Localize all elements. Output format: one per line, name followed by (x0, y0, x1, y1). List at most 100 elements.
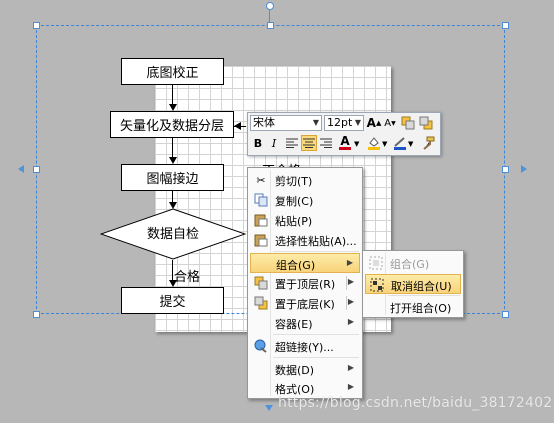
submenu-item-ungroup[interactable]: 取消组合(U) (365, 274, 461, 294)
align-center-icon (303, 138, 315, 148)
font-name-combo[interactable]: 宋体 ▼ (250, 115, 322, 131)
menu-item-label: 数据(D) (275, 364, 315, 377)
menu-item-cut[interactable]: ✂ 剪切(T) (250, 170, 360, 190)
menu-item-label: 粘贴(P) (275, 215, 313, 228)
resize-handle-top-left[interactable] (33, 22, 40, 29)
split-divider (346, 276, 347, 290)
context-menu: ✂ 剪切(T) 复制(C) 粘贴(P) 选择性粘贴(A)... 组合(G) ▶ … (247, 167, 363, 399)
menu-item-hyperlink[interactable]: 超链接(Y)... (250, 336, 360, 356)
align-center-button[interactable] (301, 135, 317, 151)
menu-item-label: 置于顶层(R) (275, 278, 336, 291)
send-backward-icon[interactable] (418, 115, 434, 131)
menu-item-data[interactable]: 数据(D) ▶ (250, 359, 360, 379)
decision-label: 数据自检 (146, 227, 199, 242)
menu-item-label: 置于底层(K) (275, 298, 335, 311)
submenu-arrow-icon: ▶ (347, 382, 354, 391)
align-right-icon (320, 138, 332, 148)
resize-handle-bottom-right[interactable] (502, 311, 509, 318)
shrink-font-button[interactable]: A ▼ (382, 115, 398, 131)
submenu-arrow-icon: ▶ (346, 258, 353, 267)
align-left-button[interactable] (284, 135, 300, 151)
ungroup-icon (369, 277, 385, 293)
font-name-value: 宋体 (253, 116, 275, 129)
rotation-handle[interactable] (266, 2, 274, 10)
resize-handle-left[interactable] (33, 166, 40, 173)
submenu-item-open-group[interactable]: 打开组合(O) (365, 297, 461, 317)
menu-item-label: 超链接(Y)... (275, 341, 334, 354)
menu-item-bring-to-front[interactable]: 置于顶层(R) ▶ (250, 273, 360, 293)
bring-forward-icon[interactable] (400, 115, 416, 131)
flow-step-2[interactable]: 矢量化及数据分层 (110, 111, 234, 138)
flow-step-3[interactable]: 图幅接边 (121, 164, 224, 191)
paste-icon (253, 212, 269, 228)
resize-handle-right[interactable] (502, 166, 509, 173)
menu-item-label: 容器(E) (275, 318, 313, 331)
fill-color-icon[interactable] (366, 135, 382, 151)
menu-separator (273, 357, 359, 358)
menu-item-label: 取消组合(U) (391, 280, 452, 293)
flow-step-2-label: 矢量化及数据分层 (119, 119, 224, 134)
grow-font-button[interactable]: A ▲ (366, 115, 382, 131)
menu-item-paste[interactable]: 粘贴(P) (250, 210, 360, 230)
chevron-down-icon: ▼ (312, 118, 319, 127)
menu-item-send-to-back[interactable]: 置于底层(K) ▶ (250, 293, 360, 313)
menu-item-label: 剪切(T) (275, 175, 313, 188)
flow-step-1[interactable]: 底图校正 (121, 58, 224, 85)
connector-1-arrow (169, 104, 177, 111)
font-size-combo[interactable]: 12pt ▼ (324, 115, 364, 131)
hyperlink-icon (253, 338, 269, 354)
menu-item-label: 组合(G) (276, 259, 316, 272)
watermark-text: https://blog.csdn.net/baidu_38172402 (278, 395, 553, 411)
menu-item-copy[interactable]: 复制(C) (250, 190, 360, 210)
flow-step-5[interactable]: 提交 (121, 287, 224, 314)
rotation-stem (269, 9, 270, 22)
chevron-down-icon[interactable]: ▼ (408, 140, 413, 148)
menu-item-label: 复制(C) (275, 195, 314, 208)
resize-handle-bottom-left[interactable] (33, 311, 40, 318)
format-painter-icon[interactable] (420, 135, 436, 151)
line-color-icon[interactable] (392, 135, 408, 151)
connector-4 (172, 260, 173, 281)
menu-separator (388, 295, 460, 296)
submenu-arrow-icon: ▶ (347, 363, 354, 372)
menu-item-label: 组合(G) (390, 258, 430, 271)
scissors-icon: ✂ (256, 173, 266, 187)
menu-item-group[interactable]: 组合(G) ▶ (250, 253, 360, 273)
resize-handle-top[interactable] (267, 22, 274, 29)
menu-item-paste-special[interactable]: 选择性粘贴(A)... (250, 230, 360, 250)
menu-item-container[interactable]: 容器(E) ▶ (250, 313, 360, 333)
bring-to-front-icon (253, 275, 269, 291)
paste-special-icon (253, 232, 269, 248)
submenu-arrow-icon: ▶ (347, 317, 354, 326)
chevron-down-icon: ▼ (354, 118, 361, 127)
connector-1 (172, 85, 173, 105)
italic-button[interactable]: I (266, 135, 282, 151)
copy-icon (253, 192, 269, 208)
flow-step-3-label: 图幅接边 (146, 172, 199, 187)
group-icon (368, 255, 384, 271)
menu-item-label: 打开组合(O) (390, 302, 452, 315)
submenu-item-group: 组合(G) (365, 253, 461, 273)
chevron-down-icon[interactable]: ▼ (354, 140, 359, 148)
send-to-back-icon (253, 295, 269, 311)
menu-separator (273, 251, 359, 252)
font-color-button[interactable]: A (337, 135, 353, 151)
connector-2-arrow (169, 157, 177, 164)
align-right-button[interactable] (318, 135, 334, 151)
auto-connect-left-arrow[interactable] (18, 165, 24, 173)
auto-connect-right-arrow[interactable] (521, 165, 527, 173)
chevron-down-icon[interactable]: ▼ (382, 140, 387, 148)
submenu-arrow-icon[interactable]: ▶ (348, 277, 354, 286)
auto-connect-bottom-arrow[interactable] (265, 405, 273, 411)
mini-toolbar: 宋体 ▼ 12pt ▼ A ▲ A ▼ B I A ▼ ▼ ▼ (247, 112, 441, 156)
connector-2 (172, 138, 173, 158)
flow-step-1-label: 底图校正 (146, 66, 199, 81)
flow-step-5-label: 提交 (159, 295, 186, 310)
feedback-arrow (234, 122, 241, 130)
group-submenu: 组合(G) 取消组合(U) 打开组合(O) (362, 250, 464, 318)
submenu-arrow-icon[interactable]: ▶ (348, 297, 354, 306)
resize-handle-top-right[interactable] (502, 22, 509, 29)
font-size-value: 12pt (327, 116, 353, 129)
bold-button[interactable]: B (250, 135, 266, 151)
menu-item-label: 选择性粘贴(A)... (275, 235, 357, 248)
